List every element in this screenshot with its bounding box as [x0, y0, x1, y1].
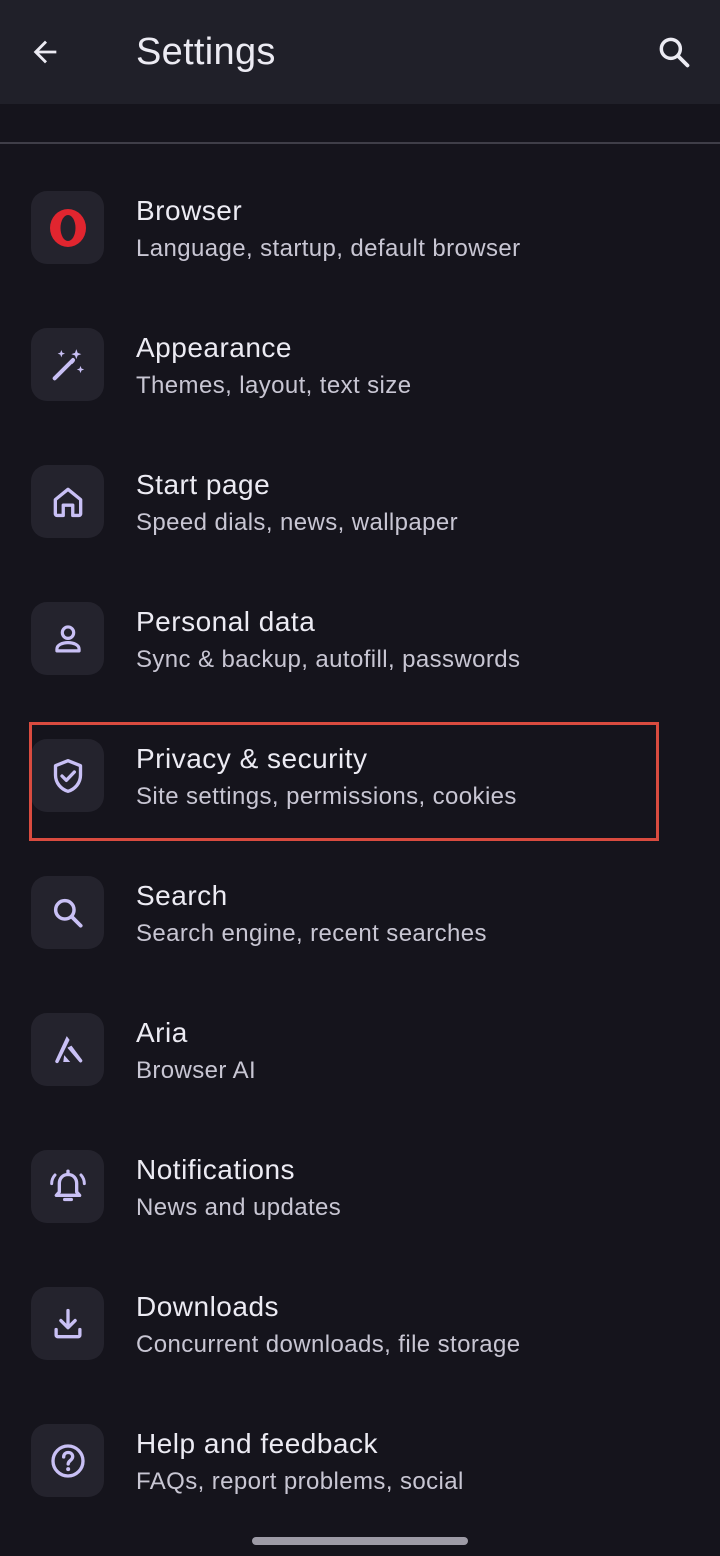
bell-ringing-icon: [31, 1150, 104, 1223]
item-subtitle: Speed dials, news, wallpaper: [136, 509, 459, 536]
settings-item-privacy-security[interactable]: Privacy & security Site settings, permis…: [0, 706, 720, 843]
search-icon: [31, 876, 104, 949]
item-subtitle: Search engine, recent searches: [136, 920, 487, 947]
search-button[interactable]: [646, 24, 702, 80]
item-title: Search: [136, 880, 228, 911]
item-title: Privacy & security: [136, 743, 368, 774]
back-button[interactable]: [18, 25, 72, 79]
item-subtitle: Themes, layout, text size: [136, 372, 412, 399]
settings-item-appearance[interactable]: Appearance Themes, layout, text size: [0, 295, 720, 432]
item-title: Start page: [136, 469, 271, 500]
item-subtitle: Browser AI: [136, 1057, 257, 1084]
arrow-back-icon: [28, 35, 62, 69]
magic-wand-icon: [31, 328, 104, 401]
item-subtitle: FAQs, report problems, social: [136, 1468, 464, 1495]
item-title: Browser: [136, 195, 243, 226]
aria-icon: [31, 1013, 104, 1086]
item-subtitle: Site settings, permissions, cookies: [136, 783, 517, 810]
item-title: Appearance: [136, 332, 293, 363]
settings-item-start-page[interactable]: Start page Speed dials, news, wallpaper: [0, 432, 720, 569]
search-icon: [655, 33, 693, 71]
person-icon: [31, 602, 104, 675]
item-title: Downloads: [136, 1291, 280, 1322]
page-title: Settings: [136, 31, 276, 73]
item-subtitle: Concurrent downloads, file storage: [136, 1331, 521, 1358]
gesture-nav-handle[interactable]: [252, 1537, 468, 1545]
item-title: Notifications: [136, 1154, 296, 1185]
item-subtitle: Sync & backup, autofill, passwords: [136, 646, 521, 673]
settings-item-browser[interactable]: Browser Language, startup, default brows…: [0, 158, 720, 295]
item-title: Help and feedback: [136, 1428, 379, 1459]
settings-item-aria[interactable]: Aria Browser AI: [0, 980, 720, 1117]
opera-logo-icon: [31, 191, 104, 264]
download-icon: [31, 1287, 104, 1360]
settings-item-personal-data[interactable]: Personal data Sync & backup, autofill, p…: [0, 569, 720, 706]
item-title: Personal data: [136, 606, 316, 637]
shield-check-icon: [31, 739, 104, 812]
item-subtitle: Language, startup, default browser: [136, 235, 521, 262]
top-app-bar: Settings: [0, 0, 720, 104]
settings-item-downloads[interactable]: Downloads Concurrent downloads, file sto…: [0, 1254, 720, 1391]
settings-list: Browser Language, startup, default brows…: [0, 158, 720, 1528]
home-icon: [31, 465, 104, 538]
settings-item-notifications[interactable]: Notifications News and updates: [0, 1117, 720, 1254]
item-title: Aria: [136, 1017, 188, 1048]
settings-item-help-feedback[interactable]: Help and feedback FAQs, report problems,…: [0, 1391, 720, 1528]
item-subtitle: News and updates: [136, 1194, 342, 1221]
help-circle-icon: [31, 1424, 104, 1497]
settings-item-search[interactable]: Search Search engine, recent searches: [0, 843, 720, 980]
divider: [0, 142, 720, 144]
